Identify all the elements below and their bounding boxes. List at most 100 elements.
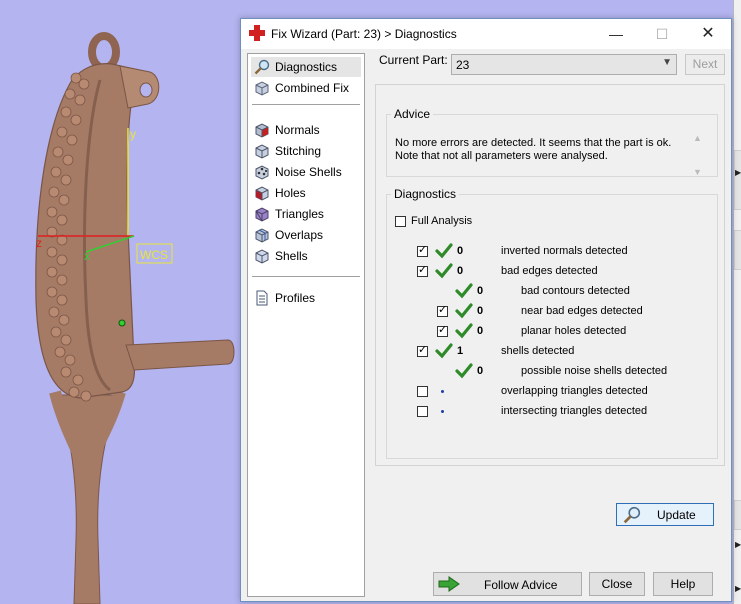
diagnostic-label: bad contours detected bbox=[521, 285, 630, 297]
background-app-strip: ▶ ▶ ▶ bbox=[733, 0, 741, 604]
diagnostic-checkbox[interactable] bbox=[417, 386, 428, 397]
green-check-icon bbox=[455, 363, 473, 379]
diagnostics-group: Diagnostics Full Analysis ✓ 0 inverted nor… bbox=[386, 187, 718, 526]
follow-advice-button[interactable]: Follow Advice bbox=[433, 572, 582, 596]
red-cross-icon bbox=[249, 25, 265, 41]
cube-icon bbox=[255, 144, 269, 159]
axis-z-label: z bbox=[36, 236, 42, 250]
diagnostic-checkbox[interactable]: ✓ bbox=[417, 344, 428, 357]
nav-item-label: Holes bbox=[275, 186, 306, 200]
nav-item-shells[interactable]: Shells bbox=[251, 246, 361, 266]
advice-text: No more errors are detected. It seems th… bbox=[395, 137, 672, 162]
diagnostics-panel: Advice No more errors are detected. It s… bbox=[375, 84, 725, 526]
diagnostic-label: shells detected bbox=[501, 345, 575, 357]
green-check-icon bbox=[435, 263, 453, 279]
diagnostic-row: overlapping triangles detected bbox=[395, 383, 715, 401]
pending-dot-icon bbox=[441, 390, 444, 393]
full-analysis-checkbox[interactable] bbox=[395, 216, 406, 227]
diagnostic-count: 0 bbox=[457, 265, 464, 277]
scroll-up-icon[interactable]: ▲ bbox=[693, 133, 702, 143]
help-button[interactable]: Help bbox=[653, 572, 713, 596]
advice-group: Advice No more errors are detected. It s… bbox=[386, 107, 718, 177]
nav-item-label: Shells bbox=[275, 249, 308, 263]
wcs-label: WCS bbox=[140, 248, 168, 262]
close-window-button[interactable]: ✕ bbox=[685, 19, 731, 49]
green-check-icon bbox=[455, 283, 473, 299]
checkmark-icon: ✓ bbox=[438, 304, 448, 316]
minimize-button[interactable]: — bbox=[593, 19, 639, 49]
update-button[interactable]: Update bbox=[616, 503, 714, 526]
green-check-icon bbox=[435, 243, 453, 259]
diagnostic-row: 0 bad contours detected bbox=[395, 283, 715, 301]
diagnostic-count: 1 bbox=[457, 345, 464, 357]
holed-cube-icon bbox=[255, 186, 269, 201]
wizard-nav-list: Diagnostics Combined Fix Normals Stitchi… bbox=[247, 53, 365, 597]
nav-item-label: Overlaps bbox=[275, 228, 324, 242]
nav-item-label: Diagnostics bbox=[275, 60, 338, 74]
dotted-cube-icon bbox=[255, 165, 269, 180]
nav-item-normals[interactable]: Normals bbox=[251, 120, 361, 140]
diagnostic-count: 0 bbox=[477, 365, 484, 377]
nav-item-overlaps[interactable]: Overlaps bbox=[251, 225, 361, 245]
pivot-point bbox=[118, 319, 126, 327]
nav-item-label: Combined Fix bbox=[275, 81, 350, 95]
close-button[interactable]: Close bbox=[589, 572, 645, 596]
green-check-icon bbox=[435, 343, 453, 359]
diagnostic-count: 0 bbox=[477, 285, 484, 297]
pending-dot-icon bbox=[441, 410, 444, 413]
green-check-icon bbox=[455, 323, 473, 339]
diagnostic-checkbox[interactable] bbox=[417, 406, 428, 417]
diagnostic-checkbox[interactable]: ✓ bbox=[437, 324, 448, 337]
document-icon bbox=[256, 290, 268, 306]
purple-cube-icon bbox=[255, 207, 269, 222]
update-label: Update bbox=[657, 508, 696, 522]
checkmark-icon: ✓ bbox=[418, 264, 428, 276]
nav-item-combined-fix[interactable]: Combined Fix bbox=[251, 78, 361, 98]
checkmark-icon: ✓ bbox=[438, 324, 448, 336]
diagnostic-row: ✓ 1 shells detected bbox=[395, 343, 715, 361]
diagnostic-label: inverted normals detected bbox=[501, 245, 628, 257]
diagnostic-label: planar holes detected bbox=[521, 325, 627, 337]
red-cube-icon bbox=[255, 123, 269, 138]
diagnostic-label: possible noise shells detected bbox=[521, 365, 668, 377]
full-analysis-label: Full Analysis bbox=[411, 215, 473, 227]
overlap-cube-icon bbox=[255, 228, 269, 243]
green-check-icon bbox=[455, 303, 473, 319]
nav-item-diagnostics[interactable]: Diagnostics bbox=[251, 57, 361, 77]
window-title: Fix Wizard (Part: 23) > Diagnostics bbox=[271, 27, 457, 41]
advice-scrollbar[interactable]: ▲ ▼ bbox=[691, 133, 705, 179]
full-analysis-row[interactable]: Full Analysis bbox=[395, 213, 715, 231]
diagnostic-row: 0 possible noise shells detected bbox=[395, 363, 715, 381]
nav-item-label: Profiles bbox=[275, 291, 316, 305]
shell-cube-icon bbox=[255, 249, 269, 264]
axis-x-label: x bbox=[84, 249, 90, 263]
nav-item-stitching[interactable]: Stitching bbox=[251, 141, 361, 161]
title-bar[interactable]: Fix Wizard (Part: 23) > Diagnostics — ☐ … bbox=[241, 19, 731, 49]
diagnostic-count: 0 bbox=[477, 325, 484, 337]
chevron-down-icon: ▼ bbox=[662, 57, 672, 68]
nav-item-label: Stitching bbox=[275, 144, 322, 158]
diagnostic-count: 0 bbox=[477, 305, 484, 317]
nav-item-label: Normals bbox=[275, 123, 320, 137]
current-part-select[interactable]: 23 ▼ bbox=[451, 54, 677, 75]
next-button[interactable]: Next bbox=[685, 54, 725, 75]
follow-advice-label: Follow Advice bbox=[484, 578, 558, 592]
diagnostic-checkbox[interactable]: ✓ bbox=[437, 304, 448, 317]
nav-divider bbox=[252, 276, 360, 277]
current-part-label: Current Part: bbox=[379, 53, 448, 67]
diagnostic-row: ✓ 0 planar holes detected bbox=[395, 323, 715, 341]
diagnostic-count: 0 bbox=[457, 245, 464, 257]
diagnostic-label: near bad edges detected bbox=[521, 305, 643, 317]
nav-item-noise-shells[interactable]: Noise Shells bbox=[251, 162, 361, 182]
diagnostic-row: ✓ 0 bad edges detected bbox=[395, 263, 715, 281]
diagnostic-row: intersecting triangles detected bbox=[395, 403, 715, 421]
diagnostic-checkbox[interactable]: ✓ bbox=[417, 244, 428, 257]
diagnostic-row: ✓ 0 inverted normals detected bbox=[395, 243, 715, 261]
diagnostic-checkbox[interactable]: ✓ bbox=[417, 264, 428, 277]
maximize-button[interactable]: ☐ bbox=[639, 19, 685, 49]
nav-item-holes[interactable]: Holes bbox=[251, 183, 361, 203]
nav-item-profiles[interactable]: Profiles bbox=[251, 288, 361, 308]
diagnostic-label: overlapping triangles detected bbox=[501, 385, 648, 397]
nav-item-triangles[interactable]: Triangles bbox=[251, 204, 361, 224]
scroll-down-icon[interactable]: ▼ bbox=[693, 167, 702, 177]
